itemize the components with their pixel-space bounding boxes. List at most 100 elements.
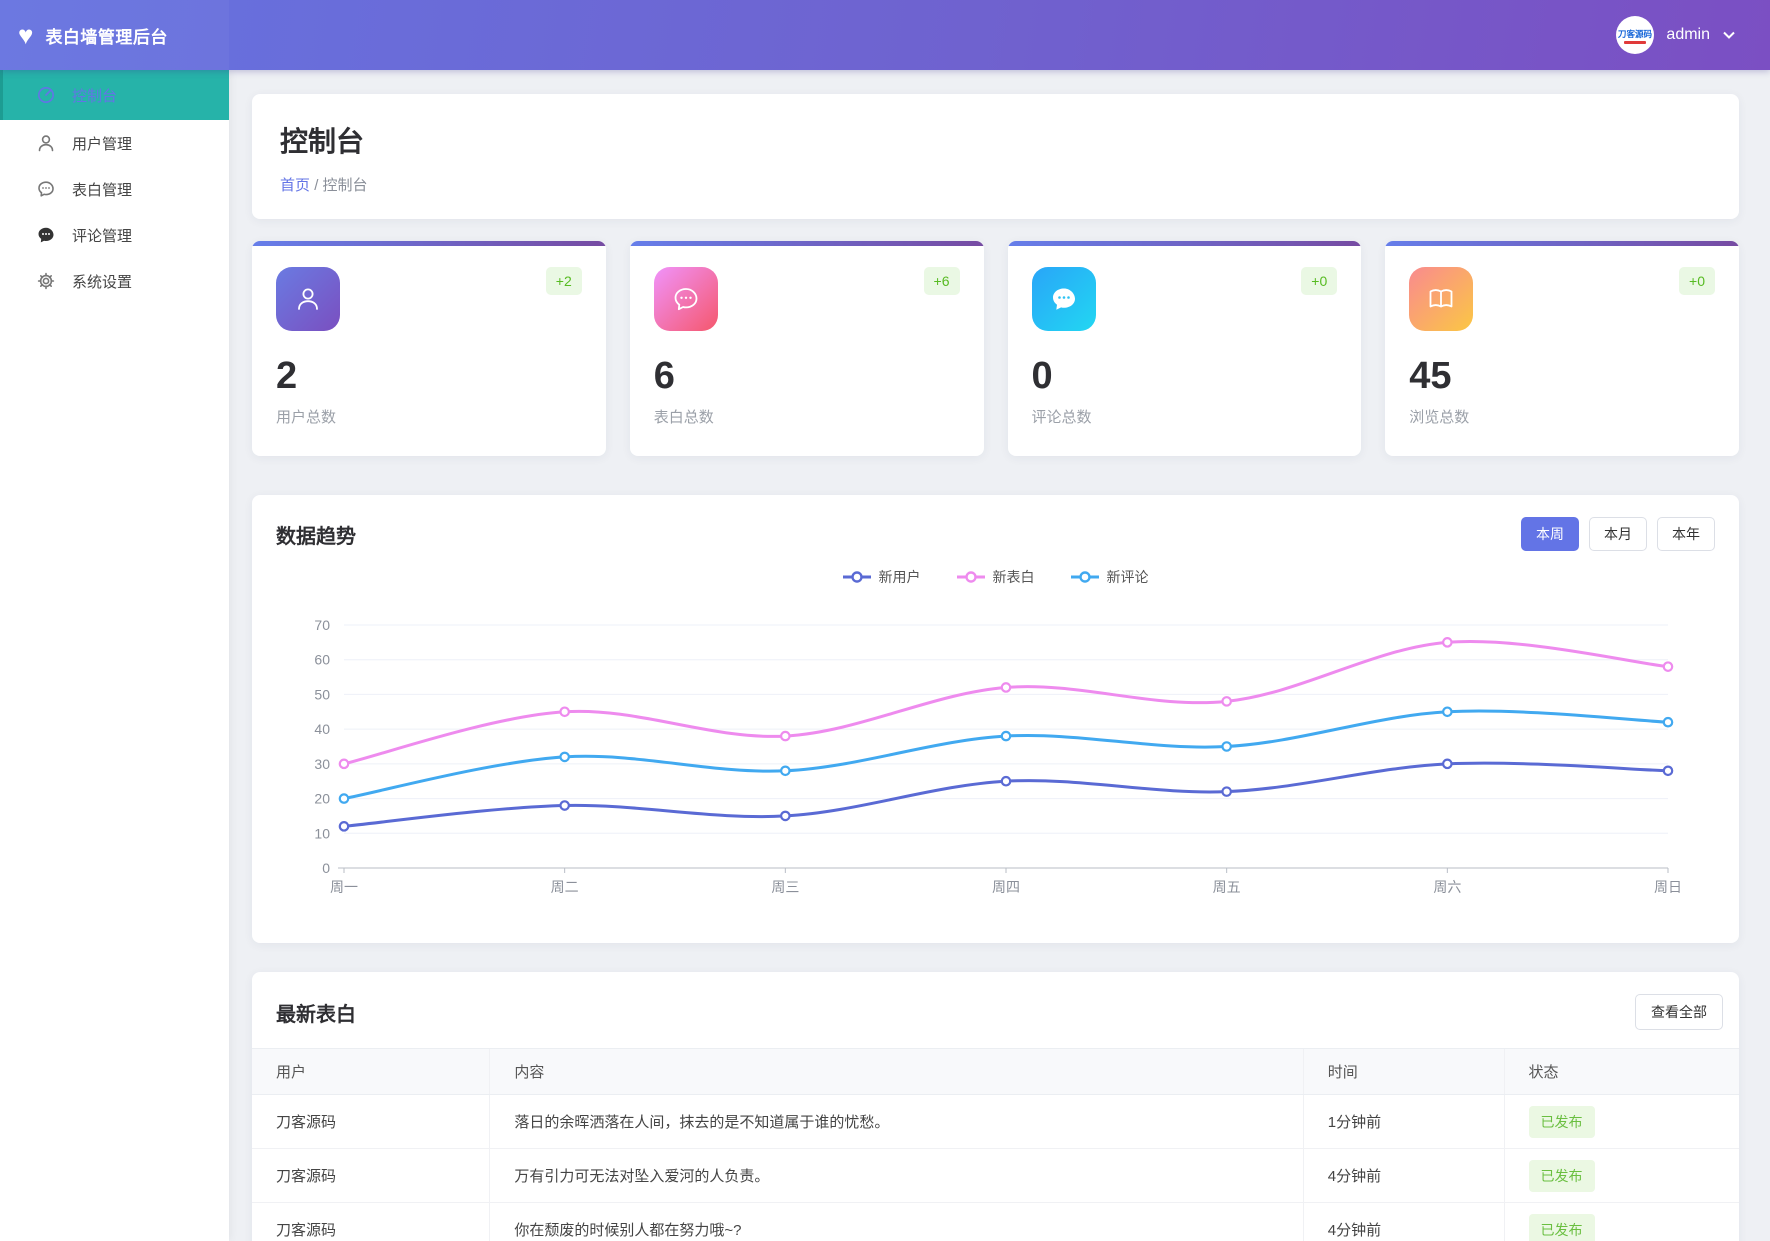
stat-label: 评论总数	[1032, 406, 1338, 427]
chart-legend: 新用户 新表白 新评论	[276, 567, 1715, 587]
sidebar-item-users[interactable]: 用户管理	[0, 120, 229, 166]
table-row[interactable]: 刀客源码 你在颓废的时候别人都在努力哦~? 4分钟前 已发布	[252, 1203, 1739, 1241]
stat-card-views: +0 45 浏览总数	[1385, 241, 1739, 456]
avatar-logo-underline	[1624, 41, 1646, 44]
top-header: ♥ 表白墙管理后台 刀客源码 admin	[0, 0, 1770, 70]
svg-text:30: 30	[314, 756, 330, 772]
svg-text:20: 20	[314, 791, 330, 807]
latest-header: 最新表白 查看全部	[252, 994, 1739, 1048]
stat-value: 45	[1409, 355, 1715, 398]
svg-text:周三: 周三	[771, 879, 799, 895]
column-header-user: 用户	[252, 1049, 490, 1095]
trend-title: 数据趋势	[276, 520, 356, 549]
breadcrumb-separator: /	[314, 177, 318, 194]
stat-value: 6	[654, 355, 960, 398]
cell-user: 刀客源码	[252, 1149, 490, 1203]
stat-delta-badge: +0	[1679, 267, 1715, 295]
sidebar-item-label: 控制台	[72, 85, 117, 106]
app-title: 表白墙管理后台	[45, 23, 168, 48]
svg-text:周六: 周六	[1433, 879, 1461, 895]
svg-text:周二: 周二	[551, 879, 579, 895]
table-header-row: 用户 内容 时间 状态	[252, 1049, 1739, 1095]
cell-content: 你在颓废的时候别人都在努力哦~?	[490, 1203, 1303, 1241]
svg-text:70: 70	[314, 617, 330, 633]
stat-card-users: +2 2 用户总数	[252, 241, 606, 456]
user-menu[interactable]: 刀客源码 admin	[1616, 16, 1770, 54]
cell-user: 刀客源码	[252, 1095, 490, 1149]
chat-filled-icon	[36, 225, 56, 245]
table-row[interactable]: 刀客源码 落日的余晖洒落在人间，抹去的是不知道属于谁的忧愁。 1分钟前 已发布	[252, 1095, 1739, 1149]
status-badge: 已发布	[1529, 1160, 1595, 1192]
chat-outline-icon	[36, 179, 56, 199]
latest-title: 最新表白	[276, 998, 356, 1027]
range-buttons: 本周 本月 本年	[1521, 517, 1715, 551]
chevron-down-icon	[1722, 28, 1736, 42]
gear-icon	[36, 271, 56, 291]
breadcrumb-current: 控制台	[323, 177, 368, 194]
sidebar-item-comments[interactable]: 评论管理	[0, 212, 229, 258]
table-row[interactable]: 刀客源码 万有引力可无法对坠入爱河的人负责。 4分钟前 已发布	[252, 1149, 1739, 1203]
legend-item-new-users[interactable]: 新用户	[843, 567, 921, 587]
status-badge: 已发布	[1529, 1214, 1595, 1241]
column-header-time: 时间	[1303, 1049, 1504, 1095]
book-icon	[1409, 267, 1473, 331]
latest-confessions-table: 用户 内容 时间 状态 刀客源码 落日的余晖洒落在人间，抹去的是不知道属于谁的忧…	[252, 1048, 1739, 1241]
range-button-month[interactable]: 本月	[1589, 517, 1647, 551]
cell-status: 已发布	[1504, 1095, 1739, 1149]
sidebar-item-dashboard[interactable]: 控制台	[0, 70, 229, 120]
user-icon	[276, 267, 340, 331]
legend-label: 新用户	[879, 567, 921, 587]
legend-item-new-confessions[interactable]: 新表白	[957, 567, 1035, 587]
stat-delta-badge: +2	[546, 267, 582, 295]
username-label: admin	[1666, 26, 1710, 44]
admin-dashboard: ♥ 表白墙管理后台 刀客源码 admin 控制台	[0, 0, 1770, 1241]
range-button-week[interactable]: 本周	[1521, 517, 1579, 551]
trend-chart-card: 数据趋势 本周 本月 本年 新用户	[252, 495, 1739, 943]
sidebar-nav: 控制台 用户管理 表白管理 评论管理	[0, 70, 229, 1241]
svg-text:50: 50	[314, 686, 330, 702]
legend-item-new-comments[interactable]: 新评论	[1071, 567, 1149, 587]
range-button-year[interactable]: 本年	[1657, 517, 1715, 551]
cell-status: 已发布	[1504, 1203, 1739, 1241]
cell-content: 落日的余晖洒落在人间，抹去的是不知道属于谁的忧愁。	[490, 1095, 1303, 1149]
sidebar-item-label: 系统设置	[72, 271, 132, 292]
page-title: 控制台	[280, 120, 1711, 160]
avatar[interactable]: 刀客源码	[1616, 16, 1654, 54]
svg-text:0: 0	[322, 860, 330, 876]
status-badge: 已发布	[1529, 1106, 1595, 1138]
heart-icon: ♥	[18, 22, 33, 48]
sidebar-item-label: 评论管理	[72, 225, 132, 246]
sidebar-item-settings[interactable]: 系统设置	[0, 258, 229, 304]
stat-label: 浏览总数	[1409, 406, 1715, 427]
svg-text:周一: 周一	[330, 879, 358, 895]
avatar-logo-text: 刀客源码	[1618, 27, 1652, 39]
latest-confessions-card: 最新表白 查看全部 用户 内容 时间 状态 刀客源码 落日的余晖洒落在人间，抹去…	[252, 972, 1739, 1241]
stat-label: 表白总数	[654, 406, 960, 427]
cell-time: 4分钟前	[1303, 1203, 1504, 1241]
stat-card-comments: +0 0 评论总数	[1008, 241, 1362, 456]
sidebar-item-confessions[interactable]: 表白管理	[0, 166, 229, 212]
sidebar-item-label: 用户管理	[72, 133, 132, 154]
app-logo: ♥ 表白墙管理后台	[0, 0, 229, 70]
column-header-status: 状态	[1504, 1049, 1739, 1095]
legend-marker	[843, 571, 871, 583]
legend-label: 新评论	[1107, 567, 1149, 587]
cell-user: 刀客源码	[252, 1203, 490, 1241]
svg-text:周五: 周五	[1213, 879, 1241, 895]
svg-text:60: 60	[314, 652, 330, 668]
legend-marker	[957, 571, 985, 583]
stat-label: 用户总数	[276, 406, 582, 427]
view-all-button[interactable]: 查看全部	[1635, 994, 1723, 1030]
dashboard-icon	[36, 85, 56, 105]
stat-value: 0	[1032, 355, 1338, 398]
cell-content: 万有引力可无法对坠入爱河的人负责。	[490, 1149, 1303, 1203]
column-header-content: 内容	[490, 1049, 1303, 1095]
cell-time: 1分钟前	[1303, 1095, 1504, 1149]
stat-card-confessions: +6 6 表白总数	[630, 241, 984, 456]
breadcrumb-home-link[interactable]: 首页	[280, 177, 310, 194]
svg-text:周四: 周四	[992, 879, 1020, 895]
trend-line-chart: 010203040506070周一周二周三周四周五周六周日	[276, 587, 1715, 909]
cell-status: 已发布	[1504, 1149, 1739, 1203]
chat-filled-icon	[1032, 267, 1096, 331]
svg-text:10: 10	[314, 825, 330, 841]
